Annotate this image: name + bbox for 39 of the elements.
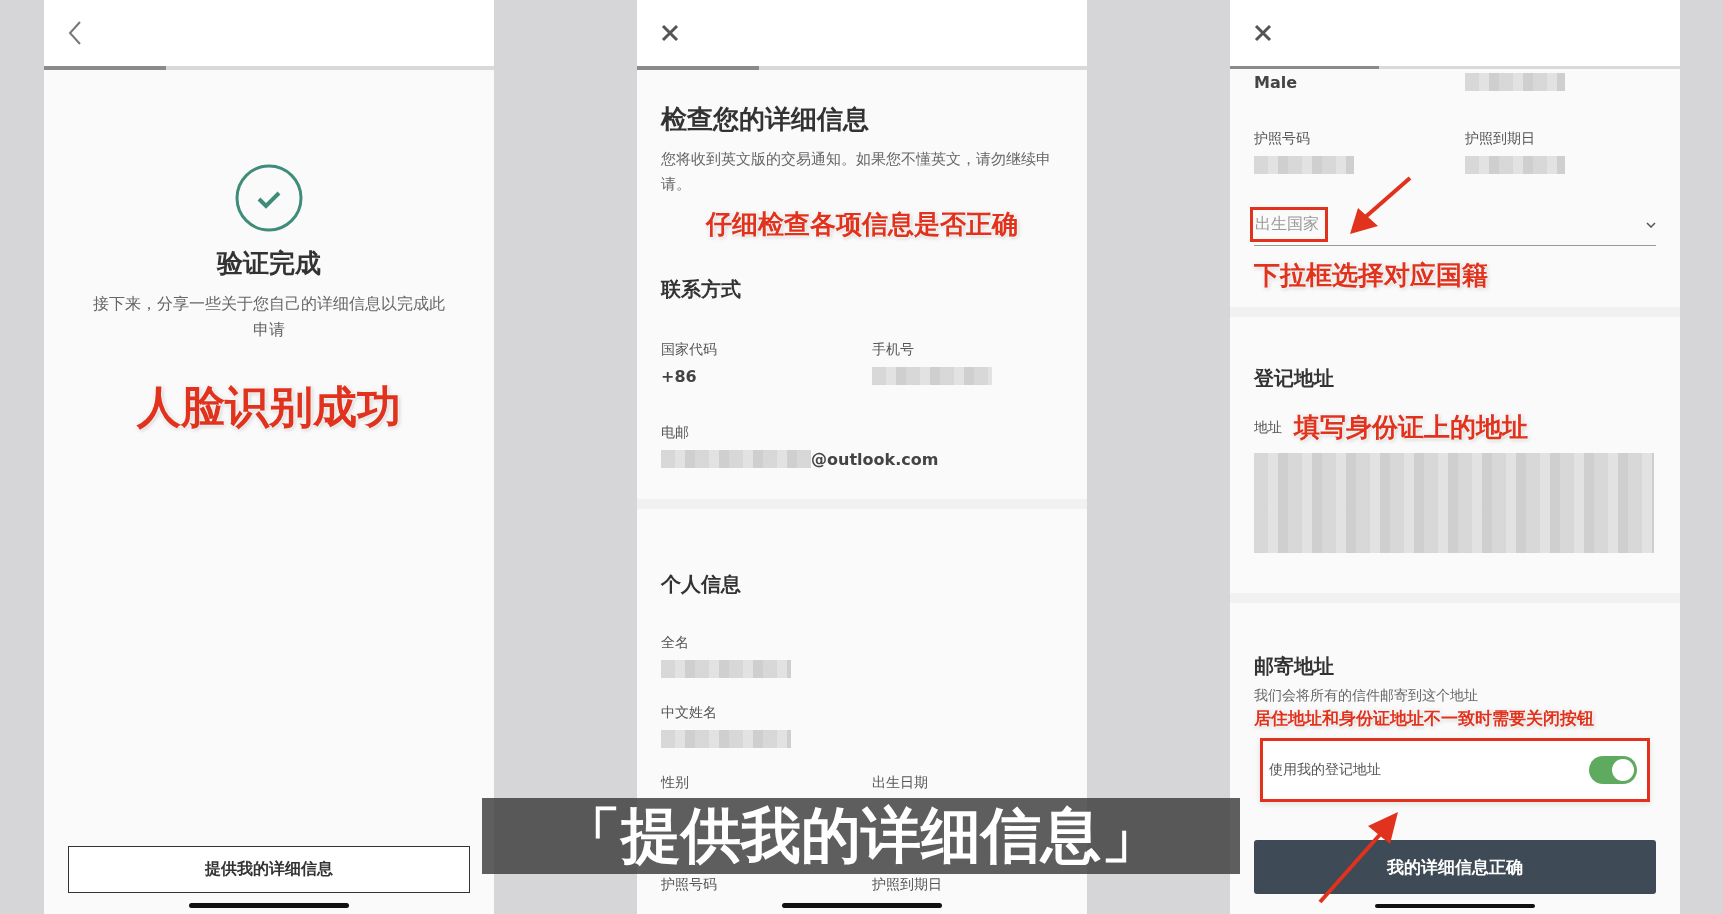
section-heading: 个人信息 — [661, 570, 742, 598]
close-icon[interactable] — [661, 24, 679, 42]
field-label: 护照到期日 — [872, 875, 942, 894]
field-label: 国家代码 — [661, 340, 717, 359]
section-heading: 邮寄地址 — [1254, 653, 1335, 681]
field-label: 出生日期 — [872, 773, 928, 792]
check-circle-icon — [235, 164, 303, 232]
field-label: 全名 — [661, 633, 689, 652]
verification-description: 接下来，分享一些关于您自己的详细信息以完成此申请 — [92, 293, 446, 342]
field-value: Male — [1254, 73, 1298, 93]
close-icon[interactable] — [1254, 24, 1272, 42]
field-label: 护照号码 — [661, 875, 717, 894]
field-label: 中文姓名 — [661, 703, 717, 722]
field-label: 电邮 — [661, 423, 689, 442]
section-heading: 联系方式 — [661, 275, 742, 303]
review-title: 检查您的详细信息 — [661, 103, 870, 136]
review-description: 您将收到英文版的交易通知。如果您不懂英文，请勿继续申请。 — [661, 149, 1052, 195]
annotation-text: 人脸识别成功 — [137, 379, 401, 434]
field-label: 手机号 — [872, 340, 914, 359]
field-label: 护照到期日 — [1465, 130, 1535, 149]
mailing-description: 我们会将所有的信件邮寄到这个地址 — [1254, 686, 1479, 706]
back-icon[interactable] — [68, 20, 82, 46]
annotation-text: 填写身份证上的地址 — [1294, 411, 1528, 445]
toggle-switch[interactable] — [1589, 756, 1637, 785]
annotation-text: 居住地址和身份证地址不一致时需要关闭按钮 — [1254, 707, 1595, 731]
chevron-down-icon — [1646, 221, 1656, 228]
annotation-text: 下拉框选择对应国籍 — [1254, 259, 1489, 293]
annotation-text: 仔细检查各项信息是否正确 — [706, 207, 1018, 241]
field-value: @outlook.com — [811, 449, 939, 469]
field-value: +86 — [661, 366, 697, 386]
field-label: 护照号码 — [1254, 130, 1310, 149]
provide-details-button[interactable]: 提供我的详细信息 — [68, 846, 470, 893]
video-caption: 「提供我的详细信息」 — [482, 798, 1240, 874]
confirm-details-button[interactable]: 我的详细信息正确 — [1254, 840, 1656, 895]
field-label: 地址 — [1254, 418, 1282, 437]
field-label: 性别 — [661, 773, 689, 792]
toggle-label: 使用我的登记地址 — [1269, 761, 1381, 780]
verification-title: 验证完成 — [217, 247, 321, 280]
section-heading: 登记地址 — [1254, 365, 1335, 393]
